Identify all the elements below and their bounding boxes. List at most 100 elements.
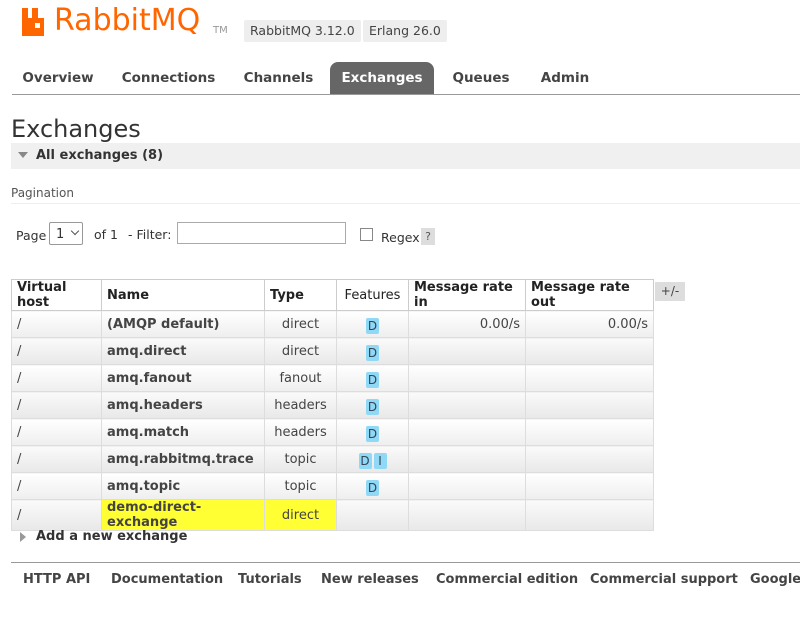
cell-virtual-host: / xyxy=(11,418,102,446)
footer-link-tutorials[interactable]: Tutorials xyxy=(238,572,302,587)
regex-checkbox[interactable] xyxy=(360,228,373,241)
cell-exchange-name[interactable]: amq.direct xyxy=(101,337,265,365)
tab-connections[interactable]: Connections xyxy=(112,62,225,94)
table-row: / amq.rabbitmq.trace topic D I xyxy=(11,445,654,473)
cell-exchange-name[interactable]: amq.topic xyxy=(101,472,265,500)
cell-features: D xyxy=(336,418,409,446)
column-toggle-button[interactable]: +/- xyxy=(655,282,685,301)
cell-rate-in xyxy=(408,499,526,531)
table-row: / amq.headers headers D xyxy=(11,391,654,419)
durable-badge: D xyxy=(366,480,379,496)
cell-type: headers xyxy=(264,418,337,446)
cell-features: D xyxy=(336,337,409,365)
cell-exchange-name[interactable]: (AMQP default) xyxy=(101,310,265,338)
filter-input[interactable] xyxy=(177,222,346,244)
cell-features xyxy=(336,499,409,531)
footer-link-documentation[interactable]: Documentation xyxy=(111,572,223,587)
cell-rate-in: 0.00/s xyxy=(408,310,526,338)
tab-overview[interactable]: Overview xyxy=(12,62,104,94)
cell-rate-out: 0.00/s xyxy=(525,310,654,338)
section-title: All exchanges (8) xyxy=(36,148,164,163)
page-select[interactable]: 1 xyxy=(49,222,83,245)
durable-badge: D xyxy=(366,426,379,442)
cell-exchange-name[interactable]: amq.fanout xyxy=(101,364,265,392)
cell-features: D xyxy=(336,391,409,419)
cell-rate-out xyxy=(525,472,654,500)
cell-rate-in xyxy=(408,337,526,365)
cell-rate-in xyxy=(408,472,526,500)
table-row: / amq.fanout fanout D xyxy=(11,364,654,392)
add-exchange-toggle[interactable]: Add a new exchange xyxy=(20,529,187,544)
cell-virtual-host: / xyxy=(11,499,102,531)
col-virtual-host: Virtual host xyxy=(11,279,102,311)
durable-badge: D xyxy=(358,453,372,469)
cell-type: topic xyxy=(264,472,337,500)
cell-rate-out xyxy=(525,364,654,392)
chevron-down-icon xyxy=(70,226,80,236)
cell-features: D xyxy=(336,310,409,338)
header: RabbitMQ TM RabbitMQ 3.12.0 Erlang 26.0 xyxy=(0,0,800,60)
cell-exchange-name[interactable]: demo-direct-exchange xyxy=(101,499,265,531)
expand-triangle-icon xyxy=(20,532,26,542)
cell-type: topic xyxy=(264,445,337,473)
footer-divider xyxy=(11,562,800,563)
table-row: / amq.match headers D xyxy=(11,418,654,446)
cell-rate-out xyxy=(525,445,654,473)
trademark: TM xyxy=(213,25,228,36)
footer-link-google[interactable]: Google xyxy=(750,572,800,587)
tab-exchanges[interactable]: Exchanges xyxy=(330,62,434,94)
cell-exchange-name[interactable]: amq.match xyxy=(101,418,265,446)
cell-rate-in xyxy=(408,418,526,446)
pagination-label: Pagination xyxy=(11,186,74,200)
regex-label: Regex xyxy=(381,230,420,245)
divider xyxy=(11,203,800,204)
tab-channels[interactable]: Channels xyxy=(232,62,325,94)
cell-virtual-host: / xyxy=(11,472,102,500)
footer-link-new-releases[interactable]: New releases xyxy=(321,572,419,587)
col-message-rate-in: Message rate in xyxy=(408,279,526,311)
rabbitmq-logo-icon xyxy=(22,8,44,36)
durable-badge: D xyxy=(366,372,379,388)
cell-type: direct xyxy=(264,337,337,365)
footer-link-http-api[interactable]: HTTP API xyxy=(23,572,90,587)
durable-badge: D xyxy=(366,345,379,361)
cell-exchange-name[interactable]: amq.headers xyxy=(101,391,265,419)
cell-rate-in xyxy=(408,445,526,473)
brand-name[interactable]: RabbitMQ xyxy=(54,3,200,38)
cell-virtual-host: / xyxy=(11,310,102,338)
cell-rate-in xyxy=(408,364,526,392)
cell-rate-out xyxy=(525,337,654,365)
footer-link-commercial-support[interactable]: Commercial support xyxy=(590,572,738,587)
cell-rate-in xyxy=(408,391,526,419)
cell-exchange-name[interactable]: amq.rabbitmq.trace xyxy=(101,445,265,473)
cell-type: fanout xyxy=(264,364,337,392)
tab-queues[interactable]: Queues xyxy=(442,62,520,94)
col-message-rate-out: Message rate out xyxy=(525,279,654,311)
collapse-triangle-icon xyxy=(18,152,28,158)
table-header-row: Virtual host Name Type Features Message … xyxy=(11,279,654,311)
footer-link-commercial-edition[interactable]: Commercial edition xyxy=(436,572,578,587)
cell-virtual-host: / xyxy=(11,391,102,419)
help-button[interactable]: ? xyxy=(421,228,435,245)
cell-features: D xyxy=(336,364,409,392)
durable-badge: D xyxy=(366,399,379,415)
rabbitmq-version-badge: RabbitMQ 3.12.0 xyxy=(244,20,361,42)
exchanges-table: Virtual host Name Type Features Message … xyxy=(11,279,654,531)
cell-type: direct xyxy=(264,310,337,338)
all-exchanges-toggle[interactable]: All exchanges (8) xyxy=(11,143,800,169)
cell-type: direct xyxy=(264,499,337,531)
page-select-value: 1 xyxy=(56,227,65,242)
cell-virtual-host: / xyxy=(11,445,102,473)
cell-virtual-host: / xyxy=(11,364,102,392)
add-exchange-label: Add a new exchange xyxy=(36,529,188,544)
cell-rate-out xyxy=(525,418,654,446)
internal-badge: I xyxy=(373,453,387,469)
tab-admin[interactable]: Admin xyxy=(532,62,598,94)
table-row: / demo-direct-exchange direct xyxy=(11,499,654,531)
durable-badge: D xyxy=(366,318,379,334)
table-row: / amq.direct direct D xyxy=(11,337,654,365)
cell-features: DI xyxy=(336,445,409,473)
erlang-version-badge: Erlang 26.0 xyxy=(363,20,447,42)
table-row: / amq.topic topic D xyxy=(11,472,654,500)
filter-label: - Filter: xyxy=(128,227,172,242)
